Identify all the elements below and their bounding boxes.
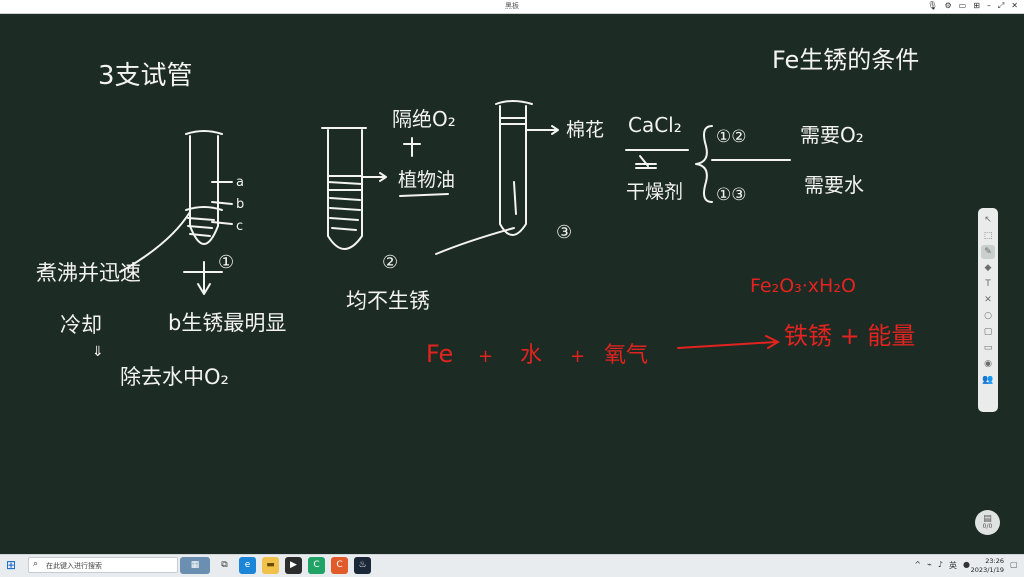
close-icon[interactable]: ✕ <box>1011 1 1018 11</box>
label-cacl2: CaCl₂ <box>628 113 682 137</box>
label-b-note: b生锈最明显 <box>168 311 286 335</box>
label-no-rust: 均不生锈 <box>346 289 430 313</box>
file-explorer-icon[interactable]: ▬ <box>262 557 279 574</box>
label-cotton: 棉花 <box>566 119 604 141</box>
settings-icon[interactable]: ⚙ <box>944 1 951 11</box>
app-tray-icon[interactable]: ● <box>963 560 970 571</box>
taskbar-apps: ▦ ⧉ e ▬ ▶ C C ♨ <box>180 557 371 574</box>
pen-icon[interactable]: ✎ <box>981 245 995 259</box>
label-pair-13: ①③ <box>716 185 746 205</box>
users-icon[interactable]: 👥 <box>981 373 995 387</box>
window-title: 黑板 <box>505 2 519 10</box>
label-rust-formula: Fe₂O₃·xH₂O <box>750 275 856 297</box>
grid-icon[interactable]: ⊞ <box>973 1 980 11</box>
shape-icon[interactable]: ○ <box>981 309 995 323</box>
window-titlebar: 黑板 🎙 ⚙ ▭ ⊞ – ⤢ ✕ <box>0 0 1024 14</box>
label-need-o2: 需要O₂ <box>800 123 864 147</box>
label-tube-c: c <box>236 219 243 234</box>
taskbar-search[interactable]: ⌕ 在此键入进行搜索 <box>28 557 178 573</box>
label-oil: 植物油 <box>398 169 455 191</box>
equation-product: 铁锈 + 能量 <box>784 322 915 350</box>
equation-water: 水 <box>520 343 542 368</box>
media-app-icon[interactable]: ▶ <box>285 557 302 574</box>
equation-arrow <box>677 335 781 349</box>
label-tube-b: b <box>236 197 244 212</box>
chevron-up-icon[interactable]: ^ <box>914 560 921 571</box>
search-placeholder: 在此键入进行搜索 <box>46 562 102 570</box>
clock-time: 23:26 <box>985 557 1004 565</box>
equation-fe: Fe <box>426 340 453 368</box>
system-tray: ^ ⌁ ♪ 英 ● <box>914 560 970 571</box>
comment-icon[interactable]: ◉ <box>981 357 995 371</box>
label-drying-agent: 干燥剂 <box>626 181 683 203</box>
heading-right: Fe生锈的条件 <box>772 46 919 74</box>
equation-plus-2: + <box>570 346 585 367</box>
window-controls: 🎙 ⚙ ▭ ⊞ – ⤢ ✕ <box>927 1 1018 11</box>
lock-icon[interactable]: ▢ <box>981 325 995 339</box>
video-icon[interactable]: ▭ <box>959 1 967 11</box>
label-remove-o2: 除去水中O₂ <box>120 365 229 389</box>
equation-plus-1: + <box>478 346 493 367</box>
volume-icon[interactable]: ♪ <box>938 560 943 571</box>
mic-icon[interactable]: 🎙 <box>927 1 937 11</box>
network-icon[interactable]: ⌁ <box>927 560 932 571</box>
search-icon: ⌕ <box>33 559 39 569</box>
label-number-2: ② <box>382 252 398 273</box>
pinned-app-icon[interactable]: ▦ <box>180 557 210 574</box>
edge-icon[interactable]: e <box>239 557 256 574</box>
eraser-icon[interactable]: ◆ <box>981 261 995 275</box>
minimize-icon[interactable]: – <box>987 1 991 11</box>
label-therefore: ⇓ <box>92 344 104 360</box>
label-cool: 冷却 <box>60 313 102 337</box>
orange-c-app-icon[interactable]: C <box>331 557 348 574</box>
board-drawing: 3支试管 Fe生锈的条件 a b c ① 煮沸并迅速 冷却 ⇓ 除去水中O₂ b… <box>36 46 919 389</box>
text-icon[interactable]: T <box>981 277 995 291</box>
restore-icon[interactable]: ⤢ <box>998 1 1004 11</box>
select-icon[interactable]: ⬚ <box>981 229 995 243</box>
label-tube-a: a <box>236 175 244 190</box>
cursor-icon[interactable]: ↖ <box>981 213 995 227</box>
whiteboard-toolbar: ↖ ⬚ ✎ ◆ T ✕ ○ ▢ ▭ ◉ 👥 <box>978 208 998 412</box>
task-view-icon[interactable]: ⧉ <box>216 557 233 574</box>
page-count: 0/0 <box>982 523 993 530</box>
taskbar: ⊞ ⌕ 在此键入进行搜索 ▦ ⧉ e ▬ ▶ C C ♨ ^ ⌁ ♪ 英 ● 2… <box>0 554 1024 577</box>
equation-oxygen: 氧气 <box>604 343 648 368</box>
input-method-icon[interactable]: 英 <box>949 560 957 571</box>
green-c-app-icon[interactable]: C <box>308 557 325 574</box>
taskbar-clock[interactable]: 23:26 2023/1/19 <box>971 557 1004 575</box>
label-number-3: ③ <box>556 222 572 243</box>
steam-icon[interactable]: ♨ <box>354 557 371 574</box>
notification-icon[interactable]: ▢ <box>1010 560 1020 570</box>
clock-date: 2023/1/19 <box>970 566 1004 574</box>
label-pair-12: ①② <box>716 127 746 147</box>
label-boiled: 煮沸并迅速 <box>36 261 141 285</box>
page-indicator[interactable]: ▤ 0/0 <box>975 510 1000 535</box>
heading-left: 3支试管 <box>98 61 193 91</box>
label-number-1: ① <box>218 252 234 273</box>
windows-start-icon[interactable]: ⊞ <box>6 558 20 572</box>
delete-icon[interactable]: ✕ <box>981 293 995 307</box>
board-icon[interactable]: ▭ <box>981 341 995 355</box>
label-need-water: 需要水 <box>804 173 864 197</box>
label-isolate-o2: 隔绝O₂ <box>392 107 456 131</box>
blackboard-canvas[interactable]: 3支试管 Fe生锈的条件 a b c ① 煮沸并迅速 冷却 ⇓ 除去水中O₂ b… <box>0 14 1024 554</box>
